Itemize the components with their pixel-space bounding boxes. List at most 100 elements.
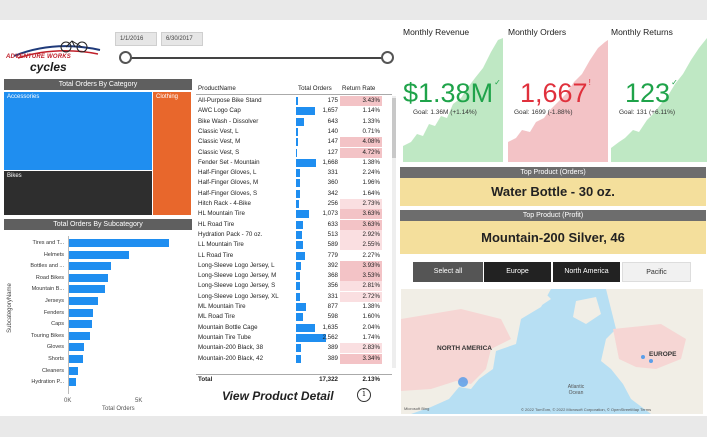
- subcategory-bar[interactable]: [69, 355, 83, 363]
- subcategory-tick-label: Fenders: [43, 309, 64, 316]
- map-bubble-europe-1[interactable]: [649, 359, 653, 363]
- total-orders-cell: 392: [327, 261, 338, 269]
- table-row[interactable]: AWC Logo Cap 1,657 1.14%: [196, 106, 392, 116]
- table-row[interactable]: Classic Vest, L 140 0.71%: [196, 127, 392, 137]
- table-row[interactable]: ML Mountain Tire 877 1.38%: [196, 302, 392, 312]
- return-rate-cell: 3.53%: [340, 271, 382, 282]
- table-row[interactable]: Hitch Rack - 4-Bike 256 2.73%: [196, 199, 392, 209]
- map-bubble-europe-2[interactable]: [641, 355, 645, 359]
- return-rate-cell: 0.71%: [362, 127, 380, 135]
- table-row[interactable]: Long-Sleeve Logo Jersey, L 392 3.93%: [196, 260, 392, 271]
- total-orders-cell: 1,657: [322, 107, 338, 115]
- total-orders-cell: 779: [327, 251, 338, 259]
- subcategory-bar[interactable]: [69, 343, 84, 352]
- table-row[interactable]: Long-Sleeve Logo Jersey, S 356 2.81%: [196, 281, 392, 292]
- table-row[interactable]: Classic Vest, S 127 4.72%: [196, 147, 392, 158]
- total-orders-cell: 589: [327, 241, 338, 249]
- column-header-return-rate[interactable]: Return Rate: [342, 85, 375, 92]
- subcategory-x-axis-title: Total Orders: [102, 406, 135, 412]
- date-slider-start-handle[interactable]: [119, 51, 132, 64]
- subcategory-tick-label: Road Bikes: [35, 274, 64, 281]
- return-rate-cell: 1.33%: [362, 117, 380, 125]
- table-row[interactable]: LL Road Tire 779 2.27%: [196, 251, 392, 261]
- total-orders-cell: 643: [327, 117, 338, 125]
- map-label-atlantic: Atlantic Ocean: [567, 384, 585, 396]
- table-row[interactable]: Mountain-200 Black, 38 389 2.83%: [196, 343, 392, 354]
- product-name: Classic Vest, S: [198, 148, 240, 156]
- return-rate-cell: 3.43%: [340, 96, 382, 106]
- table-row[interactable]: Half-Finger Gloves, L 331 2.24%: [196, 168, 392, 178]
- total-orders-cell: 389: [327, 354, 338, 362]
- subcategory-bar[interactable]: [69, 273, 108, 282]
- product-name: Half-Finger Gloves, M: [198, 179, 259, 187]
- return-rate-cell: 3.63%: [340, 219, 382, 230]
- treemap-cell-bikes[interactable]: Bikes: [4, 171, 152, 215]
- subcategory-bar[interactable]: [69, 285, 105, 294]
- kpi-status-icon: ✓: [494, 78, 501, 87]
- column-header-total-orders[interactable]: Total Orders: [298, 85, 332, 92]
- table-row[interactable]: Mountain Tire Tube 2,562 1.74%: [196, 333, 392, 343]
- table-row[interactable]: Long-Sleeve Logo Jersey, XL 331 2.72%: [196, 291, 392, 302]
- table-row[interactable]: Mountain Bottle Cage 1,635 2.04%: [196, 323, 392, 333]
- treemap-cell-label: Clothing: [156, 94, 179, 100]
- table-row[interactable]: Long-Sleeve Logo Jersey, M 368 3.53%: [196, 271, 392, 282]
- subcategory-bar[interactable]: [69, 320, 92, 329]
- subcategory-tick-label: Hydration P...: [31, 379, 64, 386]
- subcategory-bar[interactable]: [69, 297, 98, 305]
- table-row[interactable]: Classic Vest, M 147 4.08%: [196, 137, 392, 148]
- subcategory-bar[interactable]: [69, 308, 93, 317]
- table-row[interactable]: Bike Wash - Dissolver 643 1.33%: [196, 117, 392, 127]
- table-row[interactable]: HL Mountain Tire 1,073 3.63%: [196, 209, 392, 220]
- table-row[interactable]: HL Road Tire 633 3.63%: [196, 219, 392, 230]
- table-row[interactable]: Hydration Pack - 70 oz. 513 2.92%: [196, 229, 392, 240]
- subcategory-tick-label: Gloves: [46, 344, 64, 351]
- x-tick-label: 5K: [135, 398, 143, 404]
- treemap-cell-clothing[interactable]: Clothing: [153, 92, 191, 215]
- subcategory-bar[interactable]: [69, 331, 90, 340]
- product-name: Half-Finger Gloves, S: [198, 189, 258, 197]
- product-name: Hydration Pack - 70 oz.: [198, 230, 263, 238]
- view-product-detail-link[interactable]: View Product Detail: [222, 389, 334, 403]
- map-attribution-bing: Microsoft Bing: [404, 406, 430, 411]
- table-scrollbar-thumb[interactable]: [392, 98, 396, 158]
- region-button-select-all[interactable]: Select all: [413, 262, 483, 282]
- region-button-north-america[interactable]: North America: [553, 262, 620, 282]
- date-slider-end-handle[interactable]: [381, 51, 394, 64]
- kpi-value-text: $1.38M: [403, 78, 494, 108]
- total-orders-cell: 342: [327, 189, 338, 197]
- date-slider-track[interactable]: [126, 57, 388, 59]
- column-header-productname[interactable]: ProductName: [198, 85, 236, 92]
- table-row[interactable]: ML Road Tire 598 1.60%: [196, 312, 392, 322]
- table-row[interactable]: Half-Finger Gloves, S 342 1.64%: [196, 189, 392, 199]
- total-orders-cell: 256: [327, 200, 338, 207]
- kpi-title: Monthly Revenue: [403, 27, 470, 37]
- product-name: Half-Finger Gloves, L: [198, 169, 257, 177]
- subcategory-bar[interactable]: [69, 366, 78, 375]
- map-bubble-north-america[interactable]: [458, 377, 468, 387]
- total-orders-cell: 1,073: [322, 210, 338, 218]
- subcategory-tick-label: Cleaners: [41, 367, 64, 374]
- subcategory-bar[interactable]: [69, 250, 129, 259]
- subcategory-tick-label: Touring Bikes: [30, 332, 64, 339]
- region-button-pacific[interactable]: Pacific: [622, 262, 691, 282]
- subcategory-bar[interactable]: [69, 378, 76, 387]
- region-button-europe[interactable]: Europe: [484, 262, 551, 282]
- table-row[interactable]: Mountain-200 Black, 42 389 3.34%: [196, 353, 392, 364]
- total-orders-cell: 331: [327, 292, 338, 300]
- end-date-input[interactable]: 6/30/2017: [161, 32, 203, 46]
- table-row[interactable]: Fender Set - Mountain 1,668 1.38%: [196, 158, 392, 168]
- subcategory-bar[interactable]: [69, 262, 111, 271]
- treemap-cell-accessories[interactable]: Accessories: [4, 92, 152, 170]
- start-date-input[interactable]: 1/1/2016: [115, 32, 157, 46]
- kpi-goal: Goal: 1.36M (+1.14%): [413, 109, 477, 116]
- table-row[interactable]: Half-Finger Gloves, M 360 1.96%: [196, 178, 392, 188]
- subcategory-tick-label: Tires and T...: [32, 240, 65, 246]
- map-attribution-copyright: © 2022 TomTom, © 2022 Microsoft Corporat…: [521, 407, 652, 412]
- top-product-profit-title: Top Product (Profit): [400, 210, 706, 221]
- table-row[interactable]: LL Mountain Tire 589 2.55%: [196, 240, 392, 251]
- table-row[interactable]: All-Purpose Bike Stand 175 3.43%: [196, 96, 392, 106]
- sales-map[interactable]: NORTH AMERICA EUROPE Atlantic Ocean Micr…: [401, 289, 703, 414]
- subcategory-bar[interactable]: [69, 239, 169, 247]
- info-icon[interactable]: i: [357, 388, 371, 402]
- kpi-value-text: 1,667: [520, 78, 588, 108]
